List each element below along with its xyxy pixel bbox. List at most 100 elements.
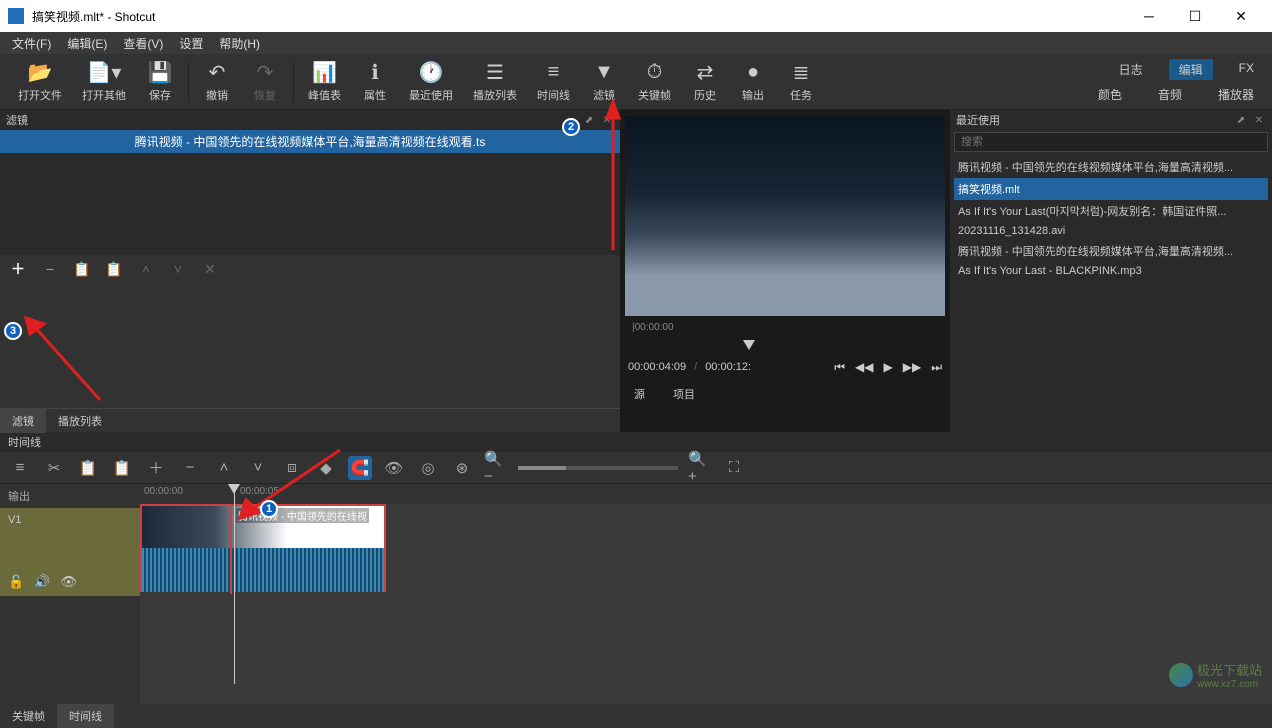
keyframes-tab[interactable]: 关键帧 xyxy=(0,704,57,728)
deselect-button[interactable]: ✕ xyxy=(200,259,220,279)
menu-help[interactable]: 帮助(H) xyxy=(211,33,268,54)
undo-button[interactable]: ↶撤销 xyxy=(193,57,241,107)
paste-filter-button[interactable]: 📋 xyxy=(104,259,124,279)
open-other-button[interactable]: 📄▾打开其他 xyxy=(72,57,136,107)
recent-button[interactable]: 🕐最近使用 xyxy=(399,57,463,107)
filters-button[interactable]: ▼滤镜 xyxy=(580,57,628,107)
list-icon: ☰ xyxy=(486,61,504,85)
marker-button[interactable]: ◆ xyxy=(314,456,338,480)
minimize-button[interactable]: ─ xyxy=(1126,0,1172,32)
filter-tab[interactable]: 滤镜 xyxy=(0,409,46,433)
lift-button[interactable]: ˄ xyxy=(212,456,236,480)
mode-tabs-top: 日志 编辑 FX xyxy=(1109,59,1264,80)
fx-tab[interactable]: FX xyxy=(1229,59,1264,80)
timeline-playhead[interactable] xyxy=(234,484,235,684)
audio-tab[interactable]: 音频 xyxy=(1148,84,1192,105)
split-button[interactable]: ⧈ xyxy=(280,456,304,480)
filter-toolbar: ＋ − 📋 📋 ˄ ˅ ✕ xyxy=(0,255,620,283)
forward-button[interactable]: ▶▶ xyxy=(903,360,921,375)
snap-button[interactable]: 🧲 xyxy=(348,456,372,480)
menu-settings[interactable]: 设置 xyxy=(171,33,211,54)
skip-end-button[interactable]: ⏭ xyxy=(931,360,942,375)
timeline-ruler[interactable]: 00:00:00 00:00:05 xyxy=(140,484,1272,504)
timeline-tabs: 关键帧 时间线 xyxy=(0,704,1272,728)
add-filter-button[interactable]: ＋ xyxy=(8,259,28,279)
overwrite-button[interactable]: ˅ xyxy=(246,456,270,480)
timeline-button[interactable]: ≡时间线 xyxy=(527,57,580,107)
close-button[interactable]: ✕ xyxy=(1218,0,1264,32)
skip-start-button[interactable]: ⏮ xyxy=(834,360,845,375)
zoom-fit-button[interactable]: ⛶ xyxy=(722,456,746,480)
recent-item[interactable]: As If It's Your Last - BLACKPINK.mp3 xyxy=(954,262,1268,280)
zoom-in-button[interactable]: 🔍+ xyxy=(688,456,712,480)
move-up-button[interactable]: ˄ xyxy=(136,259,156,279)
preview-playhead[interactable] xyxy=(743,340,755,350)
recent-item[interactable]: 腾讯视频 - 中国领先的在线视频媒体平台,海量高清视频... xyxy=(954,240,1268,262)
copy-button[interactable]: 📋 xyxy=(76,456,100,480)
timeline-clip[interactable]: 腾讯视频 - 中国领先的在线视 xyxy=(140,504,386,592)
keyframes-button[interactable]: ⏱关键帧 xyxy=(628,57,681,107)
play-button[interactable]: ▶ xyxy=(883,360,892,375)
watermark: 极光下载站 www.xz7.com xyxy=(1169,660,1262,690)
ripple-button[interactable]: ◎ xyxy=(416,456,440,480)
remove-button[interactable]: − xyxy=(178,456,202,480)
filter-icon: ▼ xyxy=(594,61,614,85)
timeline-output-label[interactable]: 输出 xyxy=(0,484,140,508)
recent-item[interactable]: 腾讯视频 - 中国领先的在线视频媒体平台,海量高清视频... xyxy=(954,156,1268,178)
panel-close-icon[interactable]: ✕ xyxy=(1252,113,1266,127)
jobs-button[interactable]: ≣任务 xyxy=(777,57,825,107)
menu-file[interactable]: 文件(F) xyxy=(4,33,59,54)
open-file-button[interactable]: 📂打开文件 xyxy=(8,57,72,107)
log-tab[interactable]: 日志 xyxy=(1109,59,1153,80)
redo-button[interactable]: ↷恢复 xyxy=(241,57,289,107)
color-tab[interactable]: 颜色 xyxy=(1088,84,1132,105)
recent-item[interactable]: 搞笑视频.mlt xyxy=(954,178,1268,200)
source-tab[interactable]: 源 xyxy=(628,384,651,404)
panel-close-icon[interactable]: ✕ xyxy=(600,113,614,127)
project-tab[interactable]: 项目 xyxy=(667,384,701,404)
menu-edit[interactable]: 编辑(E) xyxy=(59,33,115,54)
hide-icon[interactable]: 👁 xyxy=(60,574,77,590)
player-tab[interactable]: 播放器 xyxy=(1208,84,1264,105)
zoom-slider[interactable] xyxy=(518,466,678,470)
history-button[interactable]: ⇄历史 xyxy=(681,57,729,107)
preview-ruler[interactable]: |00:00:00 xyxy=(620,322,950,352)
menu-button[interactable]: ≡ xyxy=(8,456,32,480)
save-button[interactable]: 💾保存 xyxy=(136,57,184,107)
preview-controls: 00:00:04:09 / 00:00:12: ⏮ ◀◀ ▶ ▶▶ ⏭ xyxy=(620,352,950,382)
paste-button[interactable]: 📋 xyxy=(110,456,134,480)
recent-panel-header: 最近使用 ⬈ ✕ xyxy=(950,110,1272,130)
recent-list: 腾讯视频 - 中国领先的在线视频媒体平台,海量高清视频... 搞笑视频.mlt … xyxy=(950,154,1272,432)
track-header-v1[interactable]: V1 🔓 🔊 👁 xyxy=(0,508,140,596)
titlebar: 搞笑视频.mlt* - Shotcut ─ ☐ ✕ xyxy=(0,0,1272,32)
timeline-tab[interactable]: 时间线 xyxy=(57,704,114,728)
filter-source-item[interactable]: 腾讯视频 - 中国领先的在线视频媒体平台,海量高清视频在线观看.ts xyxy=(0,130,620,153)
current-time[interactable]: 00:00:04:09 xyxy=(628,361,686,373)
cut-button[interactable]: ✂ xyxy=(42,456,66,480)
rewind-button[interactable]: ◀◀ xyxy=(855,360,873,375)
remove-filter-button[interactable]: − xyxy=(40,259,60,279)
maximize-button[interactable]: ☐ xyxy=(1172,0,1218,32)
recent-item[interactable]: 20231116_131428.avi xyxy=(954,222,1268,240)
append-button[interactable]: ＋ xyxy=(144,456,168,480)
edit-tab[interactable]: 编辑 xyxy=(1169,59,1213,80)
export-icon: ● xyxy=(747,61,759,85)
zoom-out-button[interactable]: 🔍− xyxy=(484,456,508,480)
recent-item[interactable]: As If It's Your Last(마지막처럼)-网友别名：韩国证件照..… xyxy=(954,200,1268,222)
panel-popout-icon[interactable]: ⬈ xyxy=(582,113,596,127)
video-preview[interactable] xyxy=(625,116,945,316)
playlist-button[interactable]: ☰播放列表 xyxy=(463,57,527,107)
copy-filter-button[interactable]: 📋 xyxy=(72,259,92,279)
playlist-tab[interactable]: 播放列表 xyxy=(46,409,114,433)
panel-popout-icon[interactable]: ⬈ xyxy=(1234,113,1248,127)
lock-icon[interactable]: 🔓 xyxy=(8,574,24,590)
peak-meter-button[interactable]: 📊峰值表 xyxy=(298,57,351,107)
recent-search-input[interactable] xyxy=(954,132,1268,152)
scrub-button[interactable]: 👁 xyxy=(382,456,406,480)
export-button[interactable]: ●输出 xyxy=(729,57,777,107)
move-down-button[interactable]: ˅ xyxy=(168,259,188,279)
properties-button[interactable]: ℹ属性 xyxy=(351,57,399,107)
mute-icon[interactable]: 🔊 xyxy=(34,574,50,590)
ripple-all-button[interactable]: ⊛ xyxy=(450,456,474,480)
menu-view[interactable]: 查看(V) xyxy=(115,33,171,54)
